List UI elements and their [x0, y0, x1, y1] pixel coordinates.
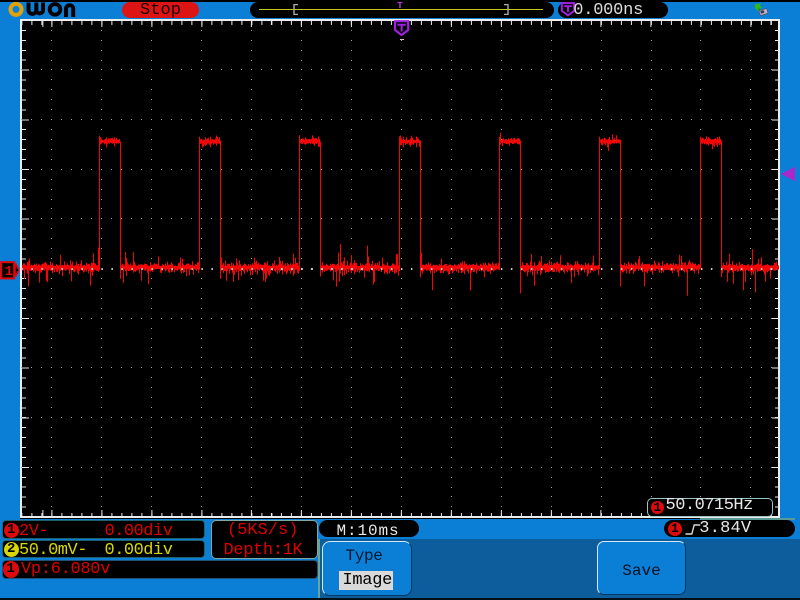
svg-text:1: 1	[5, 264, 13, 280]
